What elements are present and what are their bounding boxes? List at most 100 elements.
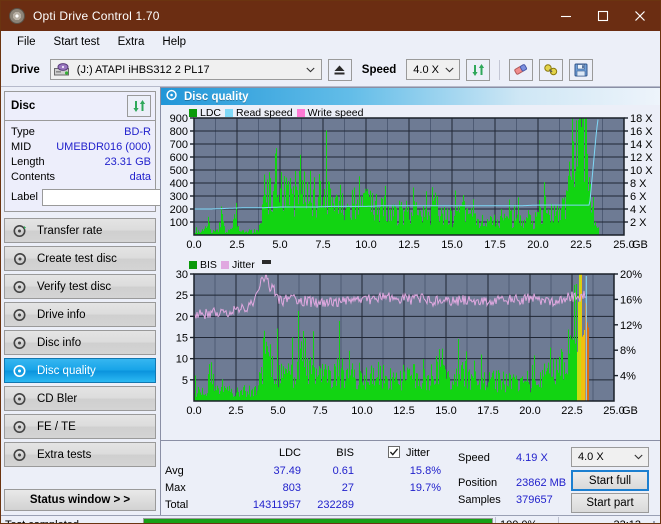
svg-text:7.5: 7.5 <box>315 239 330 251</box>
disc-row-key: MID <box>11 140 32 153</box>
stats-speed-value: 4.19 X <box>516 452 548 464</box>
refresh-button[interactable] <box>466 58 491 81</box>
sidebar-item-disc-quality[interactable]: Disc quality <box>4 358 156 383</box>
cd-bler-icon <box>12 391 28 407</box>
legend-label: Read speed <box>236 107 293 119</box>
stats-max-jitter: 19.7% <box>409 482 441 494</box>
stats-speed-label: Speed <box>458 452 490 464</box>
sidebar-item-verify-test-disc[interactable]: Verify test disc <box>4 274 156 299</box>
stats-avg-jitter: 15.8% <box>409 465 441 477</box>
stats-max-bis: 27 <box>341 482 354 494</box>
sidebar-item-fe-te[interactable]: FE / TE <box>4 414 156 439</box>
menu-item-help[interactable]: Help <box>154 33 194 51</box>
drive-value: (J:) ATAPI iHBS312 2 PL17 <box>76 63 210 76</box>
status-message: Test completed <box>1 516 141 523</box>
svg-text:4%: 4% <box>620 371 636 383</box>
disc-refresh-button[interactable] <box>127 95 151 117</box>
svg-text:30: 30 <box>176 269 188 281</box>
speed-select[interactable]: 4.0 X <box>406 59 461 80</box>
charts-container: LDC Read speed Write speed 100 200 300 400 5… <box>161 105 660 440</box>
stats-total-ldc: 14311957 <box>252 499 301 511</box>
svg-text:15.0: 15.0 <box>441 239 462 251</box>
svg-text:4 X: 4 X <box>630 204 647 216</box>
svg-text:10.0: 10.0 <box>351 405 372 417</box>
stats-samples-label: Samples <box>458 494 501 506</box>
legend-label: Write speed <box>307 107 364 119</box>
sidebar-item-label: CD Bler <box>37 392 78 405</box>
disc-row-value: data <box>129 170 151 183</box>
legend-swatch <box>296 109 305 117</box>
svg-text:12.5: 12.5 <box>398 239 419 251</box>
disc-quality-icon <box>12 363 28 379</box>
sidebar-item-cd-bler[interactable]: CD Bler <box>4 386 156 411</box>
start-full-button[interactable]: Start full <box>571 470 649 491</box>
svg-text:8 X: 8 X <box>630 178 647 190</box>
svg-text:10.0: 10.0 <box>355 239 376 251</box>
sidebar-item-create-test-disc[interactable]: Create test disc <box>4 246 156 271</box>
stats-row-max-name: Max <box>165 482 186 494</box>
legend-swatch <box>189 109 197 117</box>
title-bar: Opti Drive Control 1.70 <box>1 1 660 31</box>
start-part-button[interactable]: Start part <box>571 493 649 513</box>
disc-panel-header: Disc <box>5 92 155 121</box>
svg-text:6 X: 6 X <box>630 191 647 203</box>
menu-item-file[interactable]: File <box>9 33 44 51</box>
chevron-down-icon[interactable] <box>630 454 646 460</box>
disc-row-key: Contents <box>11 170 56 183</box>
stats-samples-value: 379657 <box>516 494 553 506</box>
resize-grip[interactable] <box>645 519 657 523</box>
config-button[interactable] <box>539 58 564 81</box>
svg-text:14 X: 14 X <box>630 139 653 151</box>
ldc-chart: LDC Read speed Write speed 100 200 300 400 5… <box>161 105 660 258</box>
legend-item-bis: BIS <box>189 259 217 271</box>
stats-speed-select[interactable]: 4.0 X <box>571 447 649 467</box>
close-button[interactable] <box>621 2 658 30</box>
chevron-down-icon[interactable] <box>441 67 457 73</box>
main-area: Disc Type BD-R MID UMEBDR016 (000) Lengt… <box>1 87 660 515</box>
pane-header: Disc quality <box>161 88 660 105</box>
svg-text:15.0: 15.0 <box>435 405 456 417</box>
disc-row-key: Length <box>11 155 45 168</box>
minimize-button[interactable] <box>547 2 584 30</box>
stats-row-avg-name: Avg <box>165 465 184 477</box>
menu-item-extra[interactable]: Extra <box>110 33 153 51</box>
svg-text:0.0: 0.0 <box>186 405 201 417</box>
drive-select[interactable]: (J:) ATAPI iHBS312 2 PL17 <box>49 59 322 80</box>
svg-text:8%: 8% <box>620 345 636 357</box>
sidebar-item-disc-info[interactable]: Disc info <box>4 330 156 355</box>
extra-tests-icon <box>12 447 28 463</box>
sidebar-item-extra-tests[interactable]: Extra tests <box>4 442 156 467</box>
stats-position-value: 23862 MB <box>516 477 567 489</box>
sidebar-item-drive-info[interactable]: Drive info <box>4 302 156 327</box>
stats-max-ldc: 803 <box>282 482 301 494</box>
progress-percent: 100.0% <box>496 516 558 523</box>
svg-text:15: 15 <box>176 333 188 345</box>
stats-col-bis: BIS <box>336 447 354 459</box>
svg-text:18 X: 18 X <box>630 113 653 125</box>
sidebar-item-label: Extra tests <box>37 448 92 461</box>
menu-item-start-test[interactable]: Start test <box>46 33 108 51</box>
legend-swatch <box>189 261 197 269</box>
status-window-button[interactable]: Status window > > <box>4 489 156 511</box>
legend-item-ldc: LDC <box>189 107 221 119</box>
stats-avg-ldc: 37.49 <box>273 465 301 477</box>
sidebar-item-transfer-rate[interactable]: Transfer rate <box>4 218 156 243</box>
sidebar-item-label: Drive info <box>37 308 86 321</box>
svg-text:500: 500 <box>170 165 188 177</box>
svg-text:17.5: 17.5 <box>484 239 505 251</box>
sidebar-item-label: Verify test disc <box>37 280 112 293</box>
stats-col-jitter: Jitter <box>406 447 430 459</box>
disc-row-key: Type <box>11 125 35 138</box>
erase-button[interactable] <box>509 58 534 81</box>
disc-row-type: Type BD-R <box>11 124 151 139</box>
eject-button[interactable] <box>327 58 352 81</box>
maximize-button[interactable] <box>584 2 621 30</box>
sidebar-item-label: Disc info <box>37 336 82 349</box>
svg-text:800: 800 <box>170 126 188 138</box>
chevron-down-icon[interactable] <box>303 67 319 73</box>
stats-avg-bis: 0.61 <box>332 465 354 477</box>
save-button[interactable] <box>569 58 594 81</box>
legend-label: BIS <box>200 259 217 271</box>
jitter-checkbox[interactable] <box>388 446 400 458</box>
